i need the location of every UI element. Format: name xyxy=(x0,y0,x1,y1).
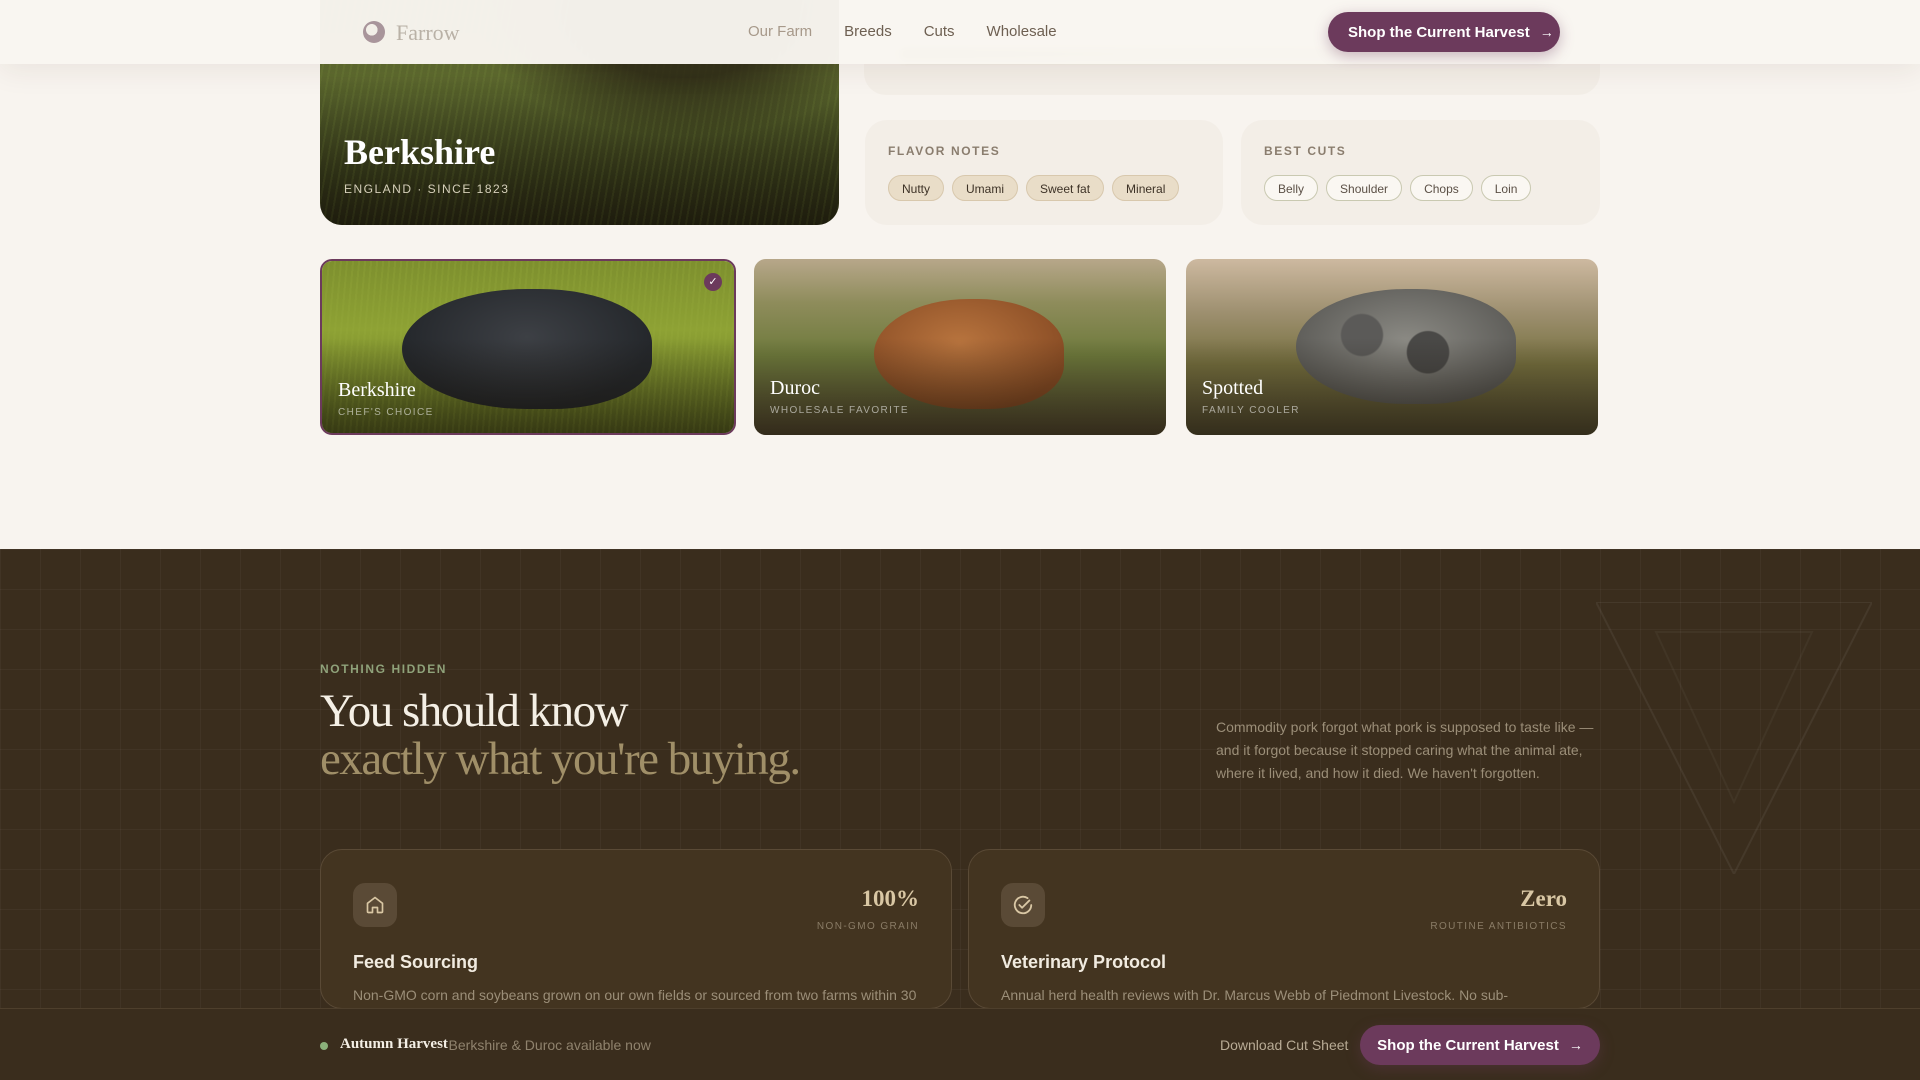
pig-illustration xyxy=(1296,289,1516,404)
main-nav: Our Farm Breeds Cuts Wholesale xyxy=(748,23,1057,40)
flavor-chip[interactable]: Mineral xyxy=(1112,175,1180,201)
breed-name: Berkshire xyxy=(338,379,416,401)
harvest-subtitle: · Berkshire & Duroc available now xyxy=(440,1037,651,1053)
flavor-chip[interactable]: Nutty xyxy=(888,175,945,201)
flavor-chip[interactable]: Sweet fat xyxy=(1026,175,1105,201)
cut-chip[interactable]: Loin xyxy=(1480,175,1532,201)
check-circle-icon xyxy=(1001,883,1045,927)
home-icon xyxy=(353,883,397,927)
stat-value: 100% xyxy=(861,886,920,911)
arrow-right-icon: → xyxy=(1539,24,1554,40)
breed-tag: FAMILY COOLER xyxy=(1202,405,1300,416)
shop-harvest-button[interactable]: Shop the Current Harvest → xyxy=(1328,12,1560,52)
best-cuts-label: BEST CUTS xyxy=(1264,144,1347,158)
flavor-chip[interactable]: Umami xyxy=(952,175,1019,201)
sticky-bottom-bar: Autumn Harvest · Berkshire & Duroc avail… xyxy=(0,1008,1920,1080)
section-headline: You should know xyxy=(320,685,629,737)
section-eyebrow: NOTHING HIDDEN xyxy=(320,662,448,676)
harvest-title: Autumn Harvest xyxy=(340,1036,448,1052)
hero-subtitle: ENGLAND · SINCE 1823 xyxy=(344,182,510,196)
nav-link-cuts[interactable]: Cuts xyxy=(924,23,955,40)
stat-caption: ROUTINE ANTIBIOTICS xyxy=(1430,921,1567,932)
nav-link-breeds[interactable]: Breeds xyxy=(844,23,892,40)
shop-harvest-button-bottom[interactable]: Shop the Current Harvest → xyxy=(1360,1025,1600,1065)
breed-name: Duroc xyxy=(770,377,820,399)
cut-chip[interactable]: Belly xyxy=(1264,175,1319,201)
stat-description: Non-GMO corn and soybeans grown on our o… xyxy=(353,987,917,1003)
section-blurb: Commodity pork forgot what pork is suppo… xyxy=(1216,719,1594,781)
stat-value: Zero xyxy=(1520,886,1567,911)
pig-illustration xyxy=(402,289,652,409)
logo-icon[interactable] xyxy=(363,21,385,43)
pig-illustration xyxy=(874,299,1064,409)
breed-card-berkshire[interactable]: ✓ Berkshire CHEF'S CHOICE xyxy=(320,259,736,435)
stat-title: Veterinary Protocol xyxy=(1001,952,1167,972)
breed-card-spotted[interactable]: Spotted FAMILY COOLER xyxy=(1186,259,1598,435)
stat-title: Feed Sourcing xyxy=(353,952,479,972)
shop-harvest-label: Shop the Current Harvest xyxy=(1377,1036,1559,1054)
cut-chip[interactable]: Chops xyxy=(1410,175,1473,201)
flavor-notes-label: FLAVOR NOTES xyxy=(888,144,1001,158)
breed-card-duroc[interactable]: Duroc WHOLESALE FAVORITE xyxy=(754,259,1166,435)
nav-link-our-farm[interactable]: Our Farm xyxy=(748,23,812,40)
download-cut-sheet-link[interactable]: Download Cut Sheet xyxy=(1220,1037,1348,1053)
shop-harvest-label: Shop the Current Harvest xyxy=(1348,23,1530,41)
breed-tag: WHOLESALE FAVORITE xyxy=(770,405,909,416)
stat-caption: NON-GMO GRAIN xyxy=(816,921,919,932)
site-header: Farrow Our Farm Breeds Cuts Wholesale Sh… xyxy=(0,0,1920,64)
nav-link-wholesale[interactable]: Wholesale xyxy=(987,23,1057,40)
breed-name: Spotted xyxy=(1202,377,1264,399)
section-headline-accent: exactly what you're buying. xyxy=(320,733,801,785)
best-cuts-card: BEST CUTS Belly Shoulder Chops Loin xyxy=(1241,120,1600,225)
cut-chip[interactable]: Shoulder xyxy=(1326,175,1403,201)
flavor-notes-card: FLAVOR NOTES Nutty Umami Sweet fat Miner… xyxy=(865,120,1223,225)
brand-name[interactable]: Farrow xyxy=(396,20,460,46)
stat-card-feed: 100% NON-GMO GRAIN Feed Sourcing Non-GMO… xyxy=(320,849,952,1009)
selected-check-icon: ✓ xyxy=(704,273,722,291)
status-dot-icon xyxy=(320,1042,328,1050)
breed-tag: CHEF'S CHOICE xyxy=(338,407,434,418)
hero-title: Berkshire xyxy=(344,132,496,172)
stat-card-vet: Zero ROUTINE ANTIBIOTICS Veterinary Prot… xyxy=(968,849,1600,1009)
arrow-right-icon: → xyxy=(1568,1037,1583,1053)
stat-description: Annual herd health reviews with Dr. Marc… xyxy=(1001,987,1509,1003)
decorative-triangle-icon xyxy=(1596,602,1872,874)
